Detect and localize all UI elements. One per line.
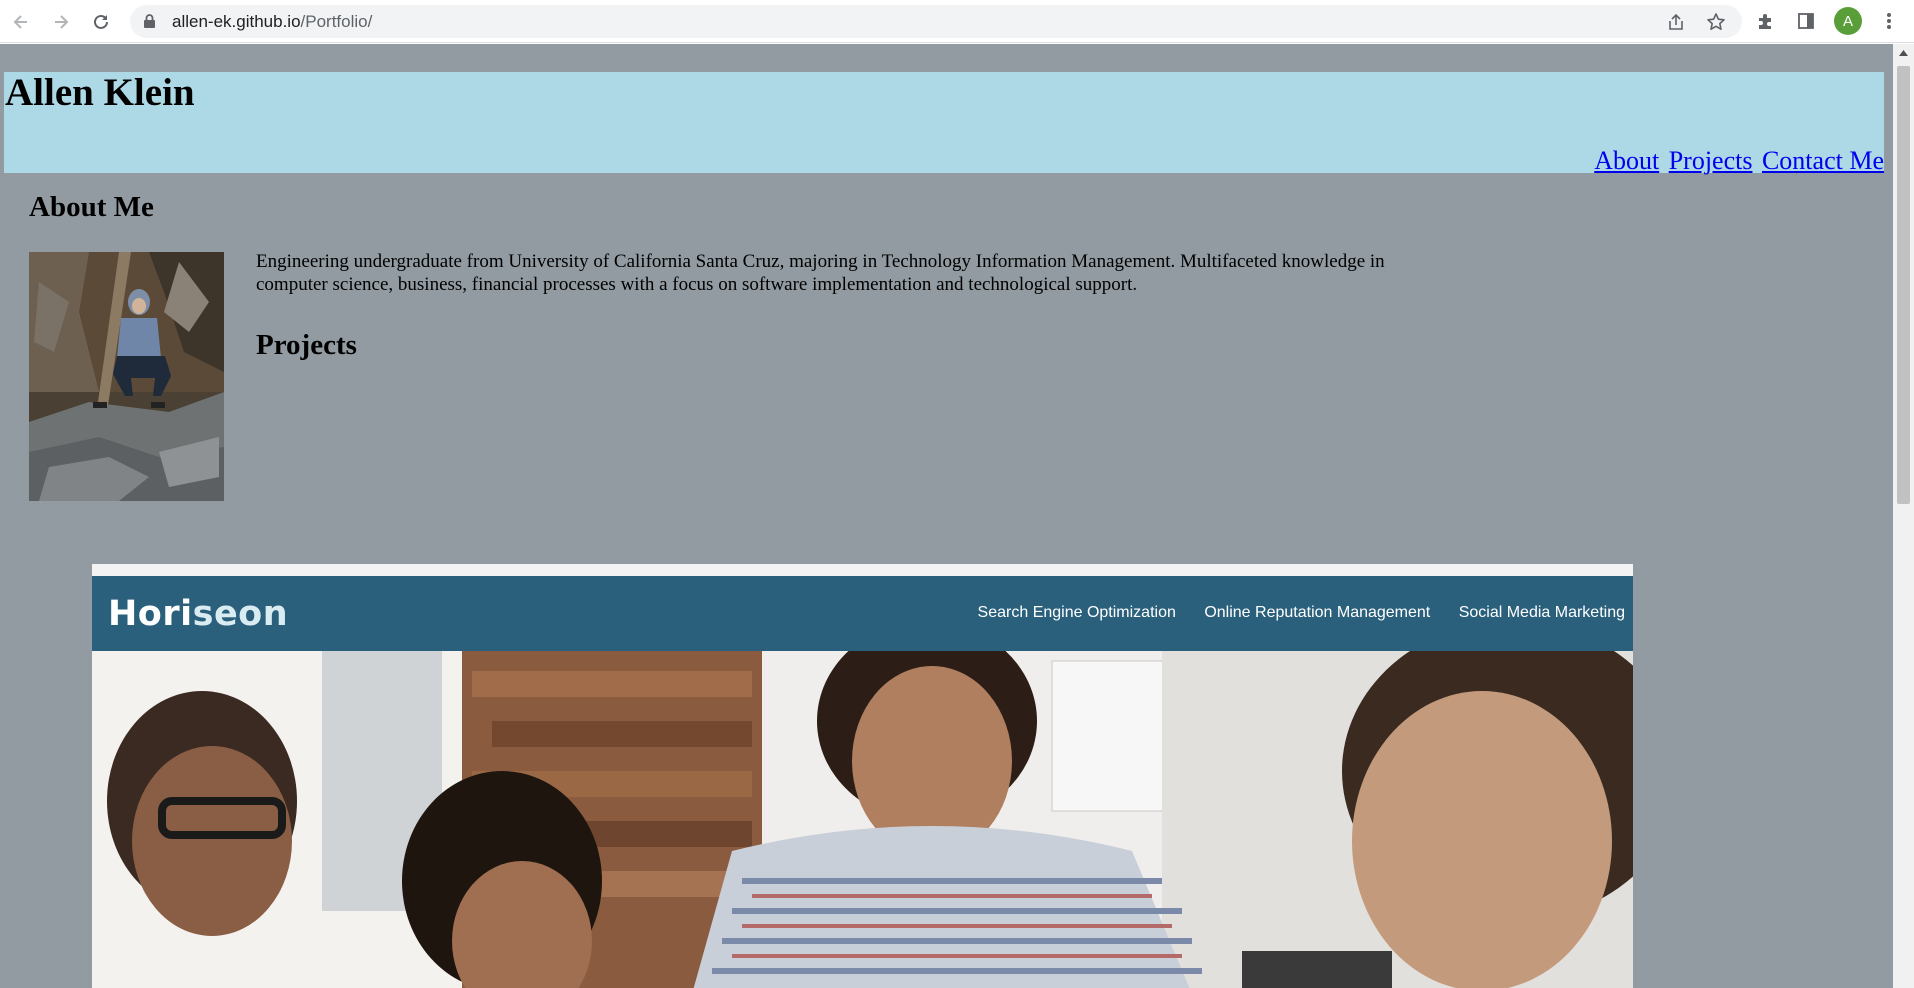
kebab-menu-icon bbox=[1887, 13, 1891, 29]
horiseon-nav: Search Engine Optimization Online Reputa… bbox=[954, 604, 1625, 622]
reload-icon bbox=[94, 14, 108, 29]
horiseon-logo-light: seon bbox=[192, 594, 289, 634]
site-title: Allen Klein bbox=[5, 71, 195, 114]
horiseon-nav-orm: Online Reputation Management bbox=[1204, 604, 1431, 621]
extensions-button[interactable] bbox=[1753, 8, 1779, 34]
scrollbar-thumb[interactable] bbox=[1897, 66, 1910, 504]
main-nav: About Projects Contact Me bbox=[1591, 146, 1884, 176]
projects-heading: Projects bbox=[256, 329, 357, 361]
nav-link-contact[interactable]: Contact Me bbox=[1762, 146, 1884, 175]
about-heading: About Me bbox=[29, 191, 154, 223]
url-path: /Portfolio/ bbox=[300, 12, 373, 31]
reload-button[interactable] bbox=[87, 8, 115, 36]
nav-link-projects[interactable]: Projects bbox=[1669, 146, 1753, 175]
extensions-icon bbox=[1759, 14, 1771, 29]
page-viewport: Allen Klein About Projects Contact Me Ab… bbox=[0, 44, 1893, 988]
share-icon[interactable] bbox=[1666, 12, 1686, 32]
page-scrollbar[interactable] bbox=[1893, 44, 1914, 988]
url-host: allen-ek.github.io bbox=[172, 12, 301, 31]
lock-icon bbox=[144, 14, 155, 28]
about-bio: Engineering undergraduate from Universit… bbox=[256, 251, 1385, 295]
back-arrow-icon bbox=[13, 15, 27, 29]
scroll-up-arrow-icon[interactable] bbox=[1899, 50, 1908, 56]
horiseon-logo-main: Hori bbox=[108, 594, 193, 634]
browser-menu-button[interactable] bbox=[1876, 8, 1902, 34]
horiseon-header: Horiseon Search Engine Optimization Onli… bbox=[92, 576, 1633, 651]
side-panel-icon bbox=[1798, 13, 1814, 29]
nav-link-about[interactable]: About bbox=[1594, 146, 1659, 175]
profile-avatar[interactable]: A bbox=[1834, 7, 1862, 35]
address-bar[interactable]: allen-ek.github.io/Portfolio/ bbox=[130, 5, 1742, 38]
horiseon-hero-image bbox=[92, 651, 1633, 988]
horiseon-nav-smm: Social Media Marketing bbox=[1458, 604, 1625, 621]
horiseon-nav-seo: Search Engine Optimization bbox=[977, 604, 1176, 621]
url-text: allen-ek.github.io/Portfolio/ bbox=[172, 12, 372, 32]
star-icon[interactable] bbox=[1706, 12, 1726, 32]
project-screenshot-horiseon[interactable]: Horiseon Search Engine Optimization Onli… bbox=[92, 564, 1633, 988]
forward-arrow-icon bbox=[55, 15, 69, 29]
profile-photo bbox=[29, 252, 224, 501]
browser-toolbar: allen-ek.github.io/Portfolio/ A bbox=[0, 0, 1914, 43]
horiseon-logo: Horiseon bbox=[108, 594, 288, 634]
back-button[interactable] bbox=[7, 8, 35, 36]
side-panel-button[interactable] bbox=[1793, 8, 1819, 34]
forward-button[interactable] bbox=[47, 8, 75, 36]
site-header: Allen Klein About Projects Contact Me bbox=[4, 71, 1884, 176]
